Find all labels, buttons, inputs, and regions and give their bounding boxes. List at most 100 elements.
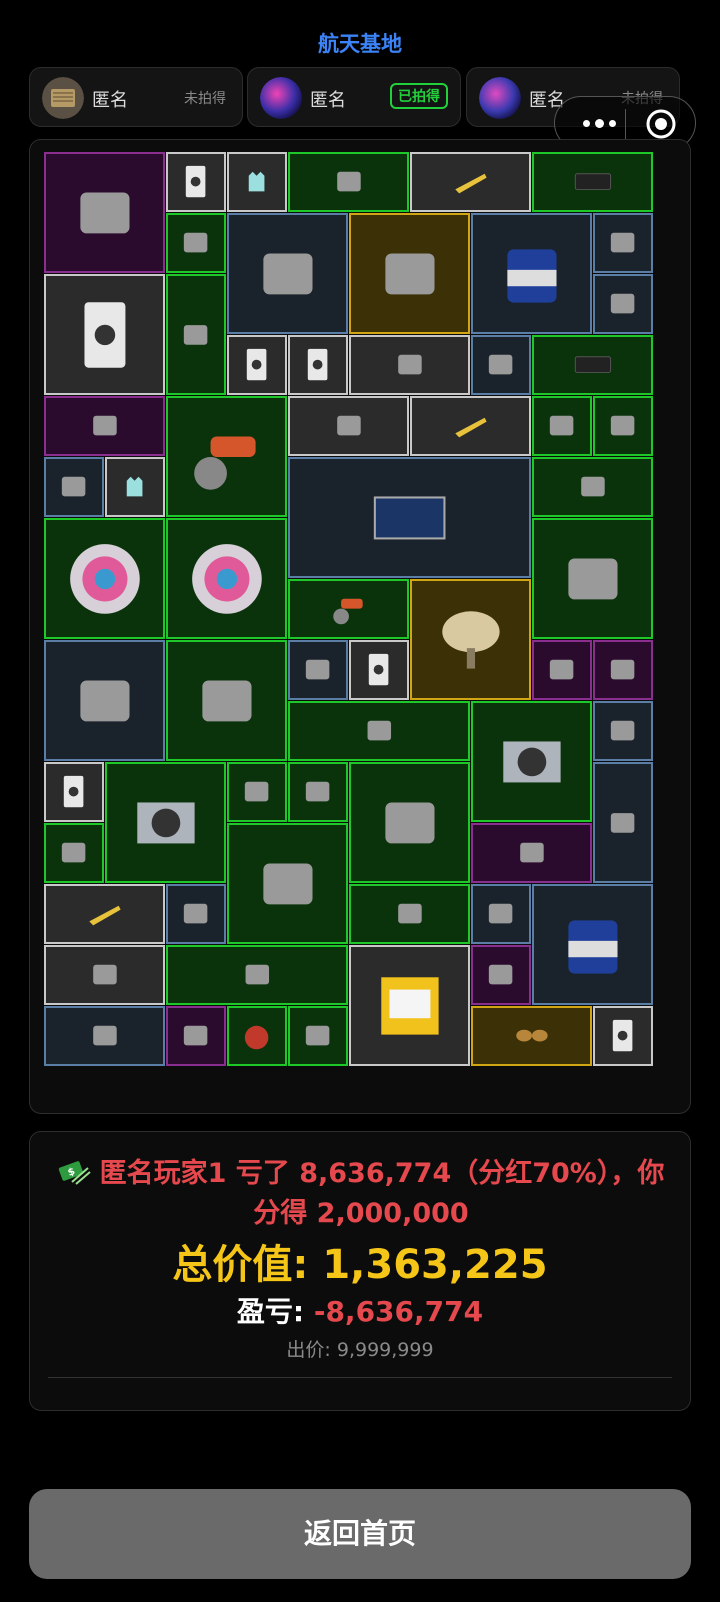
loot-item-utility-knife[interactable] xyxy=(410,396,531,456)
family-photo-icon xyxy=(308,406,390,445)
loot-item-snack-bar[interactable] xyxy=(593,640,653,700)
loot-item-gloves[interactable] xyxy=(227,152,287,212)
loot-item-power-supply[interactable] xyxy=(105,762,226,883)
loot-item-hard-drive[interactable] xyxy=(593,396,653,456)
playing-card-icon xyxy=(237,345,276,384)
angle-grinder-icon xyxy=(308,589,390,628)
loot-item-playing-card[interactable] xyxy=(166,152,226,212)
loot-item-playing-card[interactable] xyxy=(44,274,165,395)
loot-item-playing-card[interactable] xyxy=(349,640,409,700)
loot-item-map-fragment[interactable] xyxy=(349,884,470,944)
loot-item-motherboard[interactable] xyxy=(44,152,165,273)
candles-box-icon xyxy=(369,965,451,1047)
loot-item-pliers[interactable] xyxy=(288,762,348,822)
loot-item-pressure-gauge[interactable] xyxy=(44,823,104,883)
loot-item-family-photo[interactable] xyxy=(288,396,409,456)
loot-item-lcd-screen[interactable] xyxy=(227,213,348,334)
status-badge: 已拍得 xyxy=(390,83,448,109)
loot-item-playing-card[interactable] xyxy=(227,335,287,395)
player-card-2[interactable]: 匿名 已拍得 xyxy=(247,67,461,127)
loot-item-tea-tin[interactable] xyxy=(288,640,348,700)
playing-card-icon xyxy=(64,294,146,376)
loot-item-paint-can[interactable] xyxy=(532,884,653,1005)
motherboard-icon xyxy=(64,172,146,254)
loot-item-hammer[interactable] xyxy=(288,701,470,761)
loot-item-solar-panel[interactable] xyxy=(288,457,531,578)
loot-item-paint-can[interactable] xyxy=(471,213,592,334)
player-card-1[interactable]: 匿名 未拍得 xyxy=(29,67,243,127)
loot-item-stone[interactable] xyxy=(471,823,592,883)
loot-item-heatsink[interactable] xyxy=(227,762,287,822)
loot-item-utility-knife[interactable] xyxy=(410,152,531,212)
keyboard-icon xyxy=(552,345,634,384)
loot-item-pliers[interactable] xyxy=(532,396,592,456)
loot-item-apple[interactable] xyxy=(227,1006,287,1066)
loot-item-sd-card[interactable] xyxy=(166,884,226,944)
loot-item-photo[interactable] xyxy=(349,335,470,395)
loot-item-angle-grinder[interactable] xyxy=(166,396,287,517)
loot-item-stethoscope[interactable] xyxy=(593,274,653,334)
loot-item-coin[interactable] xyxy=(166,213,226,273)
loot-item-clipboard-document[interactable] xyxy=(349,213,470,334)
power-drill-icon xyxy=(64,660,146,742)
loot-item-power-drill[interactable] xyxy=(44,640,165,761)
loot-item-magazine[interactable] xyxy=(166,640,287,761)
loot-item-pipe[interactable] xyxy=(44,1006,165,1066)
playing-card-icon xyxy=(359,650,398,689)
loot-item-pouch[interactable] xyxy=(471,335,531,395)
pliers-icon xyxy=(298,772,337,811)
power-supply-icon xyxy=(125,782,207,864)
loot-item-letter[interactable] xyxy=(288,152,409,212)
tin-can-icon xyxy=(603,223,642,262)
loot-item-vest[interactable] xyxy=(471,945,531,1005)
avatar xyxy=(260,77,302,119)
more-dots-icon[interactable] xyxy=(575,110,625,136)
loot-item-jar[interactable] xyxy=(166,1006,226,1066)
loot-item-hacksaw[interactable] xyxy=(166,945,348,1005)
letter-icon xyxy=(308,162,390,201)
sunglasses-icon xyxy=(491,1016,573,1055)
loot-item-poster[interactable] xyxy=(227,823,348,944)
page-title: 航天基地 xyxy=(318,32,402,56)
result-message-text: 匿名玩家1 亏了 8,636,774（分红70%），你分得 2,000,000 xyxy=(99,1158,665,1229)
loot-item-satellite-dish[interactable] xyxy=(410,579,531,700)
loot-item-decorative-plate[interactable] xyxy=(44,518,165,639)
pressure-gauge-icon xyxy=(54,833,93,872)
loot-item-sunglasses[interactable] xyxy=(471,1006,592,1066)
loot-item-playing-card[interactable] xyxy=(44,762,104,822)
loot-item-playing-card[interactable] xyxy=(593,1006,653,1066)
loot-item-playing-card[interactable] xyxy=(288,335,348,395)
loot-item-bottle[interactable] xyxy=(44,457,104,517)
target-icon[interactable] xyxy=(645,108,677,140)
loot-item-lighter[interactable] xyxy=(288,1006,348,1066)
loot-item-keyboard[interactable] xyxy=(532,152,653,212)
status-badge: 未拍得 xyxy=(184,91,226,107)
back-home-button[interactable]: 返回首页 xyxy=(29,1489,691,1579)
loot-item-keyboard[interactable] xyxy=(532,335,653,395)
loot-item-tin-can[interactable] xyxy=(593,213,653,273)
loot-item-magazine[interactable] xyxy=(166,274,226,395)
loot-item-gloves[interactable] xyxy=(105,457,165,517)
loot-item-candles-box[interactable] xyxy=(349,945,470,1066)
loot-item-utility-knife[interactable] xyxy=(44,884,165,944)
document-icon xyxy=(552,467,634,506)
loot-item-decorative-plate[interactable] xyxy=(166,518,287,639)
loot-item-matchbox[interactable] xyxy=(593,701,653,761)
vest-icon xyxy=(481,955,520,994)
hard-drive-icon xyxy=(603,406,642,445)
loot-item-newspaper[interactable] xyxy=(44,945,165,1005)
paint-can-icon xyxy=(552,904,634,986)
loot-item-paint-brush[interactable] xyxy=(471,884,531,944)
loot-item-teacup[interactable] xyxy=(532,640,592,700)
loot-item-angle-grinder[interactable] xyxy=(288,579,409,639)
jar-icon xyxy=(176,1016,215,1055)
angle-grinder-icon xyxy=(186,416,268,498)
loot-item-ink-bottle[interactable] xyxy=(593,762,653,883)
loot-item-necklace[interactable] xyxy=(44,396,165,456)
divider xyxy=(48,1377,672,1378)
loot-item-map-fragment[interactable] xyxy=(532,518,653,639)
loot-item-document[interactable] xyxy=(532,457,653,517)
loot-item-power-supply[interactable] xyxy=(471,701,592,822)
sd-card-icon xyxy=(176,894,215,933)
loot-item-tagine-pot[interactable] xyxy=(349,762,470,883)
